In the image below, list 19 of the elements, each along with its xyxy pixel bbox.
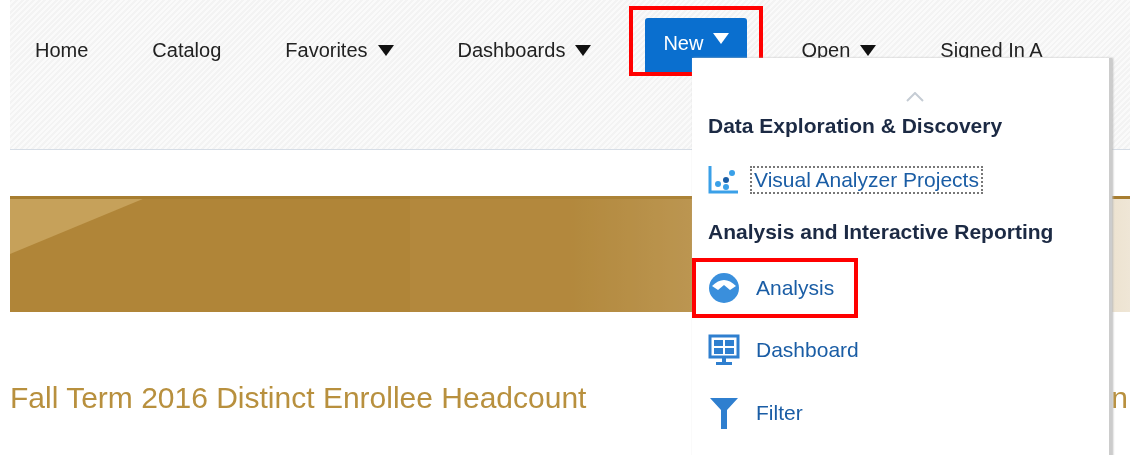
- menu-section-heading: Data Exploration & Discovery: [708, 114, 1004, 138]
- nav-menu-item[interactable]: Catalog: [142, 28, 232, 72]
- nav-menu-item[interactable]: Dashboards: [447, 28, 602, 72]
- menu-item[interactable]: Analysis: [708, 268, 837, 308]
- nav-menu-item[interactable]: Home: [25, 28, 99, 72]
- scroll-up-icon[interactable]: [906, 92, 924, 102]
- menu-item[interactable]: Filter: [708, 392, 805, 434]
- menu-item[interactable]: Dashboard: [708, 330, 861, 370]
- dashboard-icon: [708, 334, 740, 366]
- report-title: Fall Term 2016 Distinct Enrollee Headcount: [10, 381, 587, 415]
- menu-item[interactable]: Visual Analyzer Projects: [708, 162, 981, 198]
- nav-menu-item[interactable]: Favorites: [275, 28, 404, 72]
- analysis-icon: [708, 272, 740, 304]
- nav-menu-item[interactable]: Open: [791, 28, 887, 72]
- filter-icon: [708, 396, 740, 430]
- scatter-plot-icon: [708, 166, 738, 194]
- menu-section-heading: Analysis and Interactive Reporting: [708, 220, 1055, 244]
- report-title: n: [1111, 381, 1128, 415]
- nav-menu-item[interactable]: Signed In A: [930, 28, 1053, 72]
